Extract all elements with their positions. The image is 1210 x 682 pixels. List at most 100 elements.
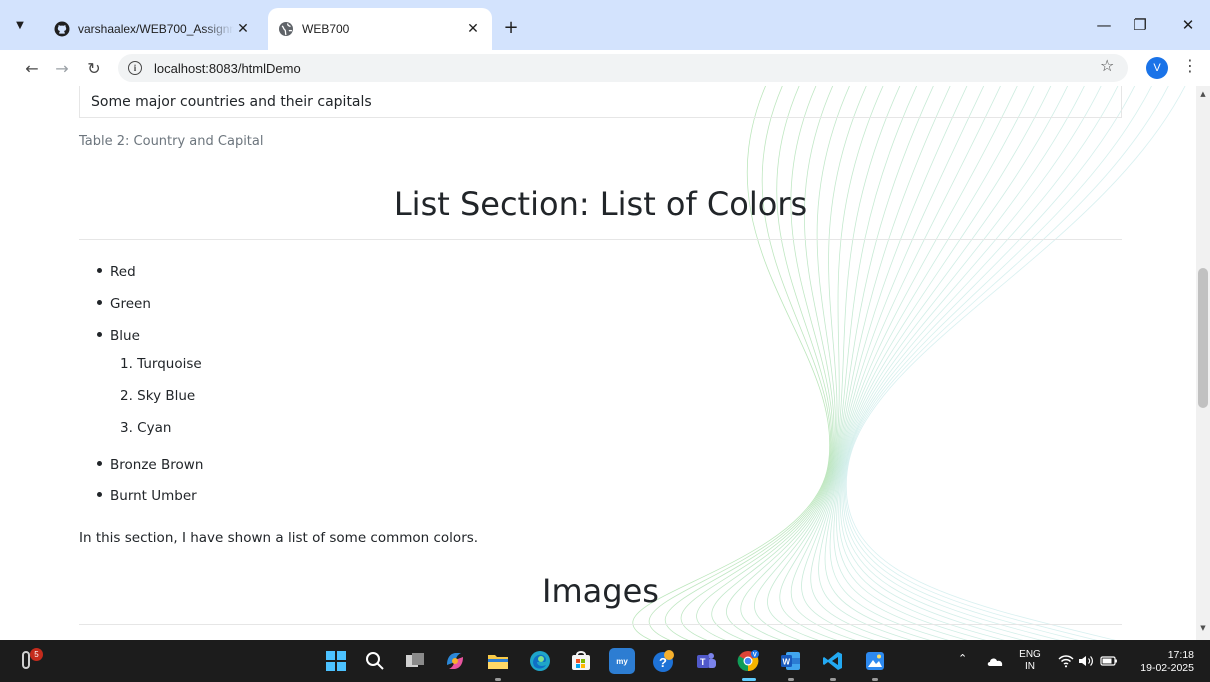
edge-icon[interactable]: [527, 648, 553, 674]
browser-menu-icon[interactable]: ⋮: [1182, 56, 1198, 75]
reload-icon[interactable]: ↻: [82, 56, 106, 80]
decorative-wave-line: [836, 86, 1068, 640]
decorative-wave-line: [838, 86, 1085, 640]
table-row: Some major countries and their capitals: [79, 86, 1122, 118]
list-item-label: Bronze Brown: [110, 457, 204, 473]
decorative-wave-line: [779, 86, 934, 640]
decorative-wave-line: [680, 86, 834, 640]
profile-avatar[interactable]: V: [1146, 57, 1168, 79]
close-window-icon[interactable]: ✕: [1176, 13, 1200, 37]
tab-close-icon[interactable]: ✕: [234, 20, 252, 38]
vscode-icon[interactable]: [820, 648, 846, 674]
list-item-label: Burnt Umber: [110, 488, 197, 504]
search-icon[interactable]: [362, 648, 388, 674]
decorative-wave-line: [845, 86, 1186, 640]
onedrive-cloud-icon[interactable]: [986, 656, 1004, 667]
browser-toolbar: ← → ↻ i localhost:8083/htmlDemo: [0, 50, 1210, 86]
list-item-label: Red: [110, 264, 136, 280]
ordered-list-item: 1. Turquoise: [120, 356, 202, 372]
list-item: Green: [97, 296, 151, 312]
mysql-icon[interactable]: my: [609, 648, 635, 674]
github-icon: [54, 21, 70, 37]
table-caption: Table 2: Country and Capital: [79, 134, 264, 149]
chrome-icon[interactable]: V: [736, 648, 762, 674]
bookmark-star-icon[interactable]: ☆: [1100, 56, 1114, 75]
task-view-icon[interactable]: [402, 648, 428, 674]
microsoft-store-icon[interactable]: [568, 648, 594, 674]
decorative-wave-line: [801, 86, 968, 640]
new-tab-button[interactable]: +: [500, 16, 522, 38]
list-item: Burnt Umber: [97, 488, 197, 504]
globe-icon: [279, 22, 293, 36]
decorative-wave-line: [696, 86, 835, 640]
scroll-thumb[interactable]: [1198, 268, 1208, 408]
scroll-up-arrow-icon[interactable]: ▲: [1196, 90, 1210, 102]
decorative-wave-line: [845, 86, 1169, 640]
list-item-label: Green: [110, 296, 151, 312]
forward-arrow-icon[interactable]: →: [50, 56, 74, 80]
taskbar-running-indicator: [788, 678, 794, 681]
thermometer-icon: [22, 651, 30, 669]
svg-text:?: ?: [659, 655, 667, 670]
volume-icon[interactable]: [1078, 654, 1094, 668]
wifi-icon[interactable]: [1058, 654, 1074, 668]
decorative-wave-line: [632, 86, 831, 640]
page-scrollbar[interactable]: ▲ ▼: [1196, 86, 1210, 640]
clock-date: 19-02-2025: [1140, 662, 1194, 674]
list-item: Blue: [97, 328, 140, 344]
minimize-icon[interactable]: —: [1092, 13, 1116, 37]
decorative-wave-line: [824, 86, 1018, 640]
word-icon[interactable]: W: [778, 648, 804, 674]
tab-strip: ▼ varshaalex/WEB700_Assignments ✕ WEB700…: [0, 0, 1210, 50]
tray-overflow-chevron-icon[interactable]: ⌃: [958, 652, 967, 665]
decorative-wave-line: [840, 86, 1102, 640]
svg-text:W: W: [783, 658, 791, 667]
site-info-icon[interactable]: i: [128, 61, 142, 75]
decorative-wave-line: [726, 86, 867, 640]
clock-time: 17:18: [1167, 649, 1194, 661]
tab-title: WEB700: [302, 22, 350, 36]
language-indicator[interactable]: ENG IN: [1018, 649, 1042, 673]
ordered-list-item: 2. Sky Blue: [120, 388, 196, 404]
back-arrow-icon[interactable]: ←: [20, 56, 44, 80]
decorative-wave-line: [810, 86, 985, 640]
decorative-wave-line: [818, 86, 1001, 640]
teams-icon[interactable]: T: [693, 648, 719, 674]
tab-web700[interactable]: WEB700 ✕: [268, 8, 492, 50]
decorative-wave-line: [790, 86, 951, 640]
list-description: In this section, I have shown a list of …: [79, 530, 479, 546]
images-section-heading: Images: [542, 572, 659, 610]
windows-start-icon[interactable]: [323, 648, 349, 674]
battery-charging-icon[interactable]: [1100, 655, 1118, 667]
decorative-wave-line: [843, 86, 1152, 640]
notification-badge: 5: [30, 648, 43, 661]
decorative-wave-line: [648, 86, 831, 640]
taskbar-running-indicator: [495, 678, 501, 681]
list-section-heading: List Section: List of Colors: [393, 185, 808, 223]
bullet-icon: [97, 267, 102, 273]
file-explorer-icon[interactable]: [485, 648, 511, 674]
svg-text:V: V: [753, 653, 757, 659]
taskbar-active-indicator: [742, 678, 756, 681]
photos-icon[interactable]: [862, 648, 888, 674]
taskbar-running-indicator: [872, 678, 878, 681]
bullet-icon: [97, 491, 102, 497]
list-item: Bronze Brown: [97, 457, 203, 473]
system-clock[interactable]: 17:18 19-02-2025: [1134, 649, 1194, 675]
weather-widget[interactable]: 5: [16, 648, 44, 674]
scroll-down-arrow-icon[interactable]: ▼: [1196, 624, 1210, 636]
page-viewport: Some major countries and their capitals …: [0, 86, 1210, 640]
heading-divider: [79, 624, 1122, 625]
help-icon[interactable]: ?: [651, 648, 677, 674]
address-bar[interactable]: i localhost:8083/htmlDemo: [118, 54, 1128, 82]
decorative-wave-line: [842, 86, 1135, 640]
bullet-icon: [97, 331, 102, 337]
bullet-icon: [97, 460, 102, 466]
copilot-icon[interactable]: [442, 648, 468, 674]
list-item: Red: [97, 264, 136, 280]
tab-github-assignments[interactable]: varshaalex/WEB700_Assignments ✕: [44, 8, 262, 50]
language-code: ENG: [1019, 649, 1041, 660]
tab-search-chevron-icon[interactable]: ▼: [8, 13, 32, 37]
restore-icon[interactable]: ❐: [1128, 13, 1152, 37]
tab-close-icon[interactable]: ✕: [464, 20, 482, 38]
